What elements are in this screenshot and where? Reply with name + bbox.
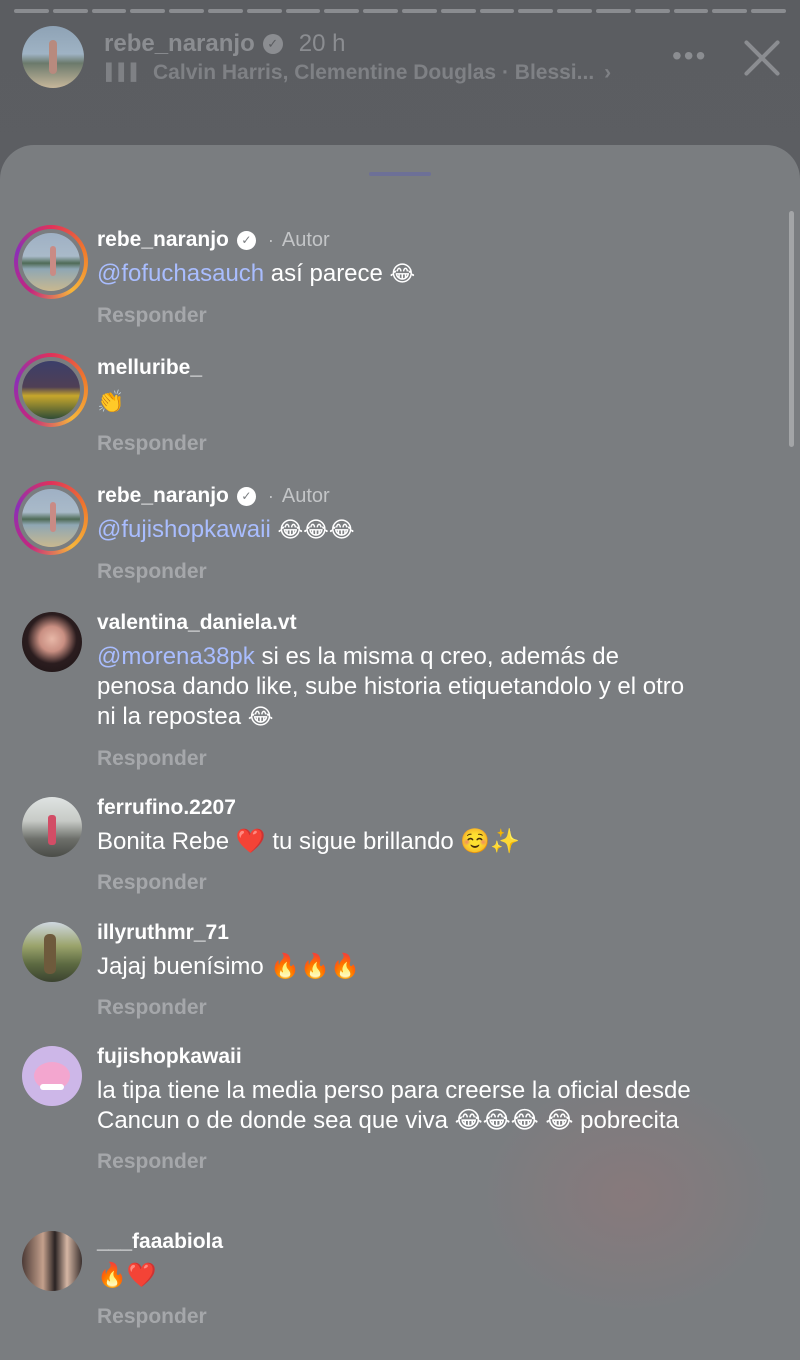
verified-icon: ✓ xyxy=(262,34,283,54)
avatar[interactable] xyxy=(22,922,82,982)
comment-text: @fujishopkawaii 😂😂😂 xyxy=(97,515,737,546)
comment-username[interactable]: rebe_naranjo xyxy=(97,228,229,252)
story-music[interactable]: ▌▌▌ Calvin Harris, Clementine Douglas · … xyxy=(106,61,611,85)
story-avatar[interactable] xyxy=(22,26,84,88)
comment-text: 🔥❤️ xyxy=(97,1262,157,1289)
emoji: 😂 xyxy=(247,705,274,730)
story-progress-bar xyxy=(14,9,786,13)
reply-button[interactable]: Responder xyxy=(97,871,737,895)
story-username[interactable]: rebe_naranjo xyxy=(104,30,255,58)
avatar[interactable] xyxy=(14,481,88,555)
comment-text: la tipa tiene la media perso para creers… xyxy=(97,1077,691,1134)
story-header: rebe_naranjo ✓ 20 h xyxy=(104,30,345,58)
emoji: 😂😂😂 xyxy=(277,518,355,543)
close-icon[interactable] xyxy=(740,36,784,80)
mention-link[interactable]: @fujishopkawaii xyxy=(97,516,271,543)
more-options-icon[interactable]: ••• xyxy=(672,40,707,72)
comment-text: Jajaj buenísimo 🔥🔥🔥 xyxy=(97,953,361,980)
avatar[interactable] xyxy=(14,225,88,299)
avatar[interactable] xyxy=(22,612,82,672)
scrollbar[interactable] xyxy=(789,211,794,447)
comment-text: @morena38pk si es la misma q creo, ademá… xyxy=(97,643,685,730)
story-time: 20 h xyxy=(298,30,346,57)
avatar[interactable] xyxy=(22,1231,82,1291)
reply-button[interactable]: Responder xyxy=(97,304,737,328)
comments-sheet: rebe_naranjo ✓ · Autor @fofuchasauch así… xyxy=(0,145,800,1360)
music-title: Calvin Harris, Clementine Douglas · Bles… xyxy=(153,61,595,84)
comment-username[interactable]: valentina_daniela.vt xyxy=(97,611,297,635)
reply-button[interactable]: Responder xyxy=(97,996,737,1020)
comment-username[interactable]: melluribe_ xyxy=(97,356,202,380)
drag-handle[interactable] xyxy=(369,172,431,176)
comment-username[interactable]: illyruthmr_71 xyxy=(97,921,229,945)
verified-icon: ✓ xyxy=(236,486,256,506)
comment-username[interactable]: ___faaabiola xyxy=(97,1230,223,1254)
comment-username[interactable]: rebe_naranjo xyxy=(97,484,229,508)
comment-username[interactable]: ferrufino.2207 xyxy=(97,796,236,820)
reply-button[interactable]: Responder xyxy=(97,1305,737,1329)
separator: · xyxy=(267,229,274,250)
verified-icon: ✓ xyxy=(236,230,256,250)
comment-text: Bonita Rebe ❤️ tu sigue brillando ☺️✨ xyxy=(97,828,521,855)
author-badge: Autor xyxy=(281,484,330,507)
reply-button[interactable]: Responder xyxy=(97,1150,737,1174)
music-bars-icon: ▌▌▌ xyxy=(106,64,144,81)
chevron-right-icon: › xyxy=(604,61,612,84)
comment-text: @fofuchasauch así parece 😂 xyxy=(97,260,416,287)
comment-text: 👏 xyxy=(97,390,125,415)
reply-button[interactable]: Responder xyxy=(97,747,737,771)
mention-link[interactable]: @morena38pk xyxy=(97,643,255,670)
reply-button[interactable]: Responder xyxy=(97,560,737,584)
separator: · xyxy=(267,485,274,506)
mention-link[interactable]: @fofuchasauch xyxy=(97,260,264,287)
author-badge: Autor xyxy=(281,228,330,251)
emoji: 😂 xyxy=(389,262,416,287)
avatar[interactable] xyxy=(14,353,88,427)
avatar[interactable] xyxy=(22,797,82,857)
reply-button[interactable]: Responder xyxy=(97,432,737,456)
comment-username[interactable]: fujishopkawaii xyxy=(97,1045,242,1069)
avatar[interactable] xyxy=(22,1046,82,1106)
